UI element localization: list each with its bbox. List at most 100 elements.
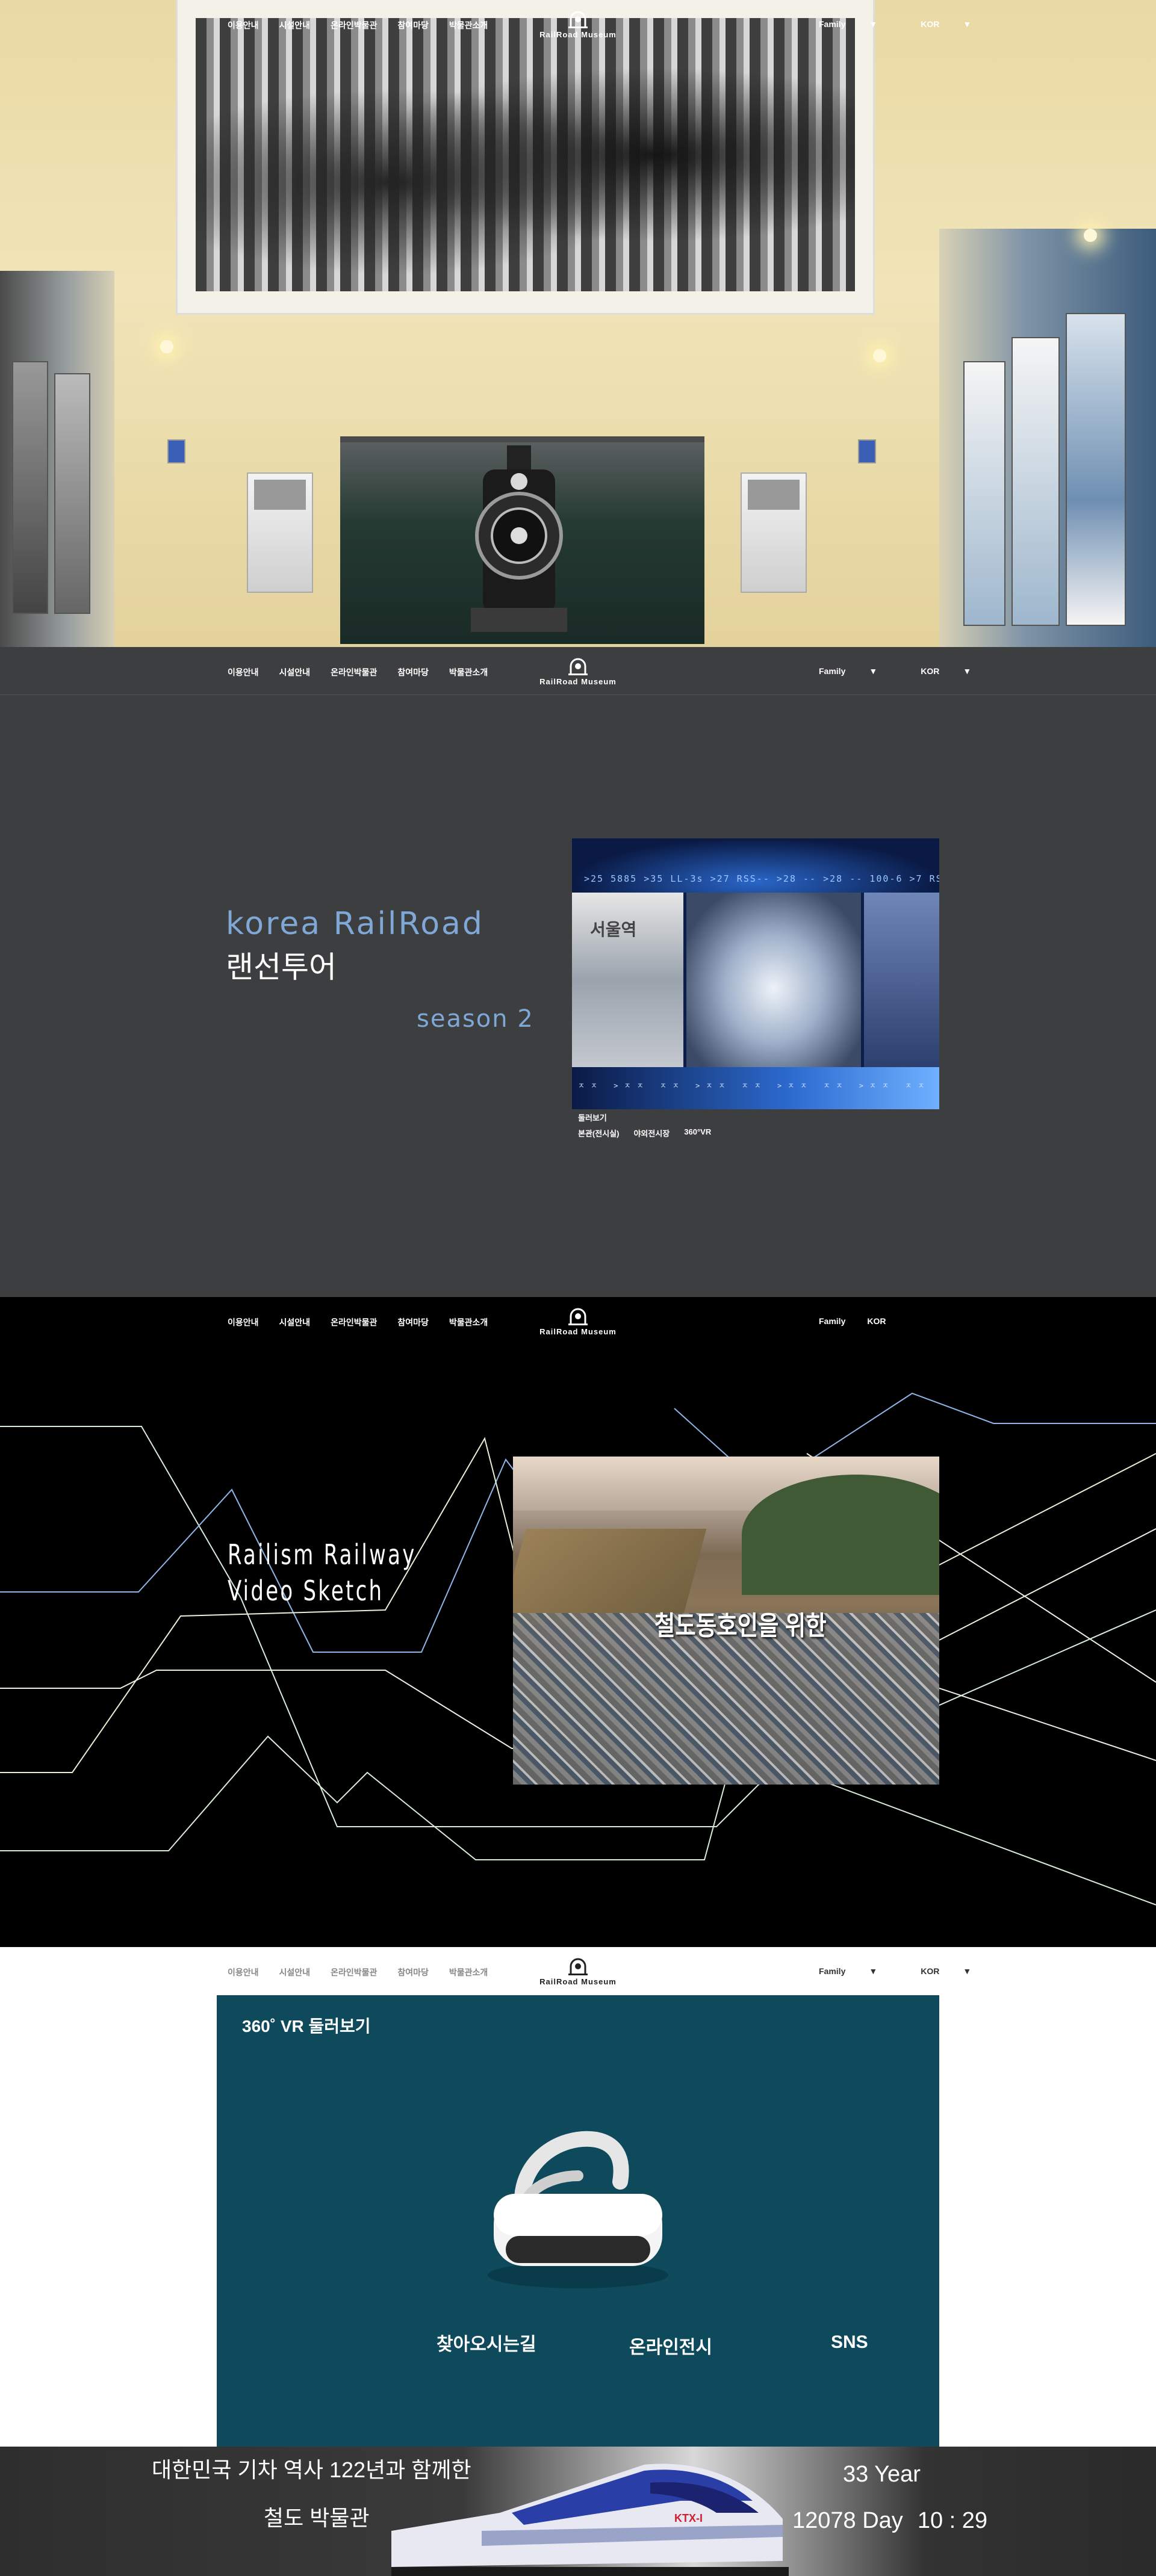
air-conditioner	[247, 472, 313, 593]
menu-item-online-museum[interactable]: 온라인박물관	[331, 19, 377, 31]
years-counter: 33 Year	[843, 2462, 921, 2487]
nav-utilities: Family ▼ KOR ▼	[819, 1966, 1015, 1976]
train-logo-icon	[568, 1308, 588, 1325]
tour-title: korea RailRoad	[226, 906, 484, 942]
chevron-down-icon: ▼	[963, 666, 972, 676]
site-logo[interactable]: RailRoad Museum	[530, 1308, 626, 1338]
banner-line2: 철도 박물관	[264, 2506, 370, 2530]
train-logo-icon	[568, 658, 588, 675]
chevron-down-icon: ▼	[869, 19, 878, 29]
language-label: KOR	[921, 666, 940, 676]
tour-subtitle: 랜선투어	[226, 950, 337, 984]
menu-item-about[interactable]: 박물관소개	[449, 666, 488, 678]
menu-item-about[interactable]: 박물관소개	[449, 1966, 488, 1978]
menu-item-participation[interactable]: 참여마당	[397, 1316, 429, 1328]
steam-locomotive	[471, 445, 567, 632]
footer-banner: 대한민국 기차 역사 122년과 함께한 철도 박물관 KTX-I 33 Yea…	[0, 2447, 1156, 2576]
train-logo-icon	[568, 11, 588, 28]
sketch-video[interactable]: 철도동호인을 위한	[513, 1457, 939, 1785]
video-footer-strip: ㅈㅈ >ㅈㅈ ㅈㅈ >ㅈㅈ ㅈㅈ >ㅈㅈ ㅈㅈ >ㅈㅈ ㅈㅈ >ㅈㅈ	[572, 1067, 939, 1109]
historic-photo-image	[196, 18, 855, 291]
menu-item-participation[interactable]: 참여마당	[397, 1966, 429, 1978]
tour-section: 이용안내 시설안내 온라인박물관 참여마당 박물관소개 RailRoad Mus…	[0, 647, 1156, 1297]
family-dropdown[interactable]: Family ▼	[819, 1966, 899, 1976]
menu-item-guide[interactable]: 이용안내	[228, 666, 259, 678]
wall-lamp	[873, 349, 886, 362]
video-ticker-top: >25 5885 >35 LL-3s >27 RSS-- >28 -- >28 …	[584, 873, 939, 884]
family-dropdown[interactable]: Family ▼	[819, 666, 899, 676]
nav-utilities: Family ▼ KOR ▼	[819, 19, 1015, 29]
clock-time: 10 : 29	[917, 2508, 988, 2533]
chevron-down-icon: ▼	[963, 19, 972, 29]
menu-item-online-museum[interactable]: 온라인박물관	[331, 1316, 377, 1328]
vr-headset-icon[interactable]	[458, 2128, 698, 2296]
menu-item-online-museum[interactable]: 온라인박물관	[331, 1966, 377, 1978]
menu-item-about[interactable]: 박물관소개	[449, 1316, 488, 1328]
chevron-down-icon: ▼	[869, 1966, 878, 1976]
language-label: KOR	[921, 19, 940, 29]
family-link[interactable]: Family	[819, 1316, 845, 1326]
station-sign: 서울역	[590, 920, 637, 939]
wall-lamp	[1084, 229, 1097, 242]
hero-section: 이용안내 시설안내 온라인박물관 참여마당 박물관소개 RailRoad Mus…	[0, 0, 1156, 647]
nav-utilities: Family KOR	[819, 1316, 907, 1326]
chevron-down-icon: ▼	[869, 666, 878, 676]
language-dropdown[interactable]: KOR ▼	[921, 19, 993, 29]
vr-title: 360˚ VR 둘러보기	[242, 2017, 371, 2036]
main-menu: 이용안내 시설안내 온라인박물관 참여마당 박물관소개	[228, 666, 508, 678]
language-dropdown[interactable]: KOR ▼	[921, 666, 993, 676]
directions-link[interactable]: 찾아오시는길	[437, 2329, 536, 2356]
menu-item-facilities[interactable]: 시설안내	[279, 1966, 311, 1978]
menu-item-guide[interactable]: 이용안내	[228, 1316, 259, 1328]
menu-item-about[interactable]: 박물관소개	[449, 19, 488, 31]
tour-link-outdoor[interactable]: 야외전시장	[633, 1127, 670, 1139]
nav-utilities: Family ▼ KOR ▼	[819, 666, 1015, 676]
menu-item-guide[interactable]: 이용안내	[228, 1966, 259, 1978]
main-menu: 이용안내 시설안내 온라인박물관 참여마당 박물관소개	[228, 19, 508, 31]
ktx-train-image: KTX-I	[391, 2463, 789, 2576]
sign-box	[858, 439, 876, 463]
family-dropdown[interactable]: Family ▼	[819, 19, 899, 29]
menu-item-guide[interactable]: 이용안내	[228, 19, 259, 31]
sketch-title-line1: Railism Railway	[228, 1538, 417, 1571]
wall-lamp	[160, 340, 173, 353]
language-dropdown[interactable]: KOR ▼	[921, 1966, 993, 1976]
exhibit-panel	[1066, 313, 1126, 626]
family-label: Family	[819, 666, 846, 676]
menu-item-facilities[interactable]: 시설안내	[279, 1316, 311, 1328]
train-logo-icon	[568, 1958, 588, 1975]
sketch-title-line2: Video Sketch	[228, 1574, 384, 1607]
sns-link[interactable]: SNS	[831, 2332, 868, 2353]
menu-item-facilities[interactable]: 시설안내	[279, 666, 311, 678]
logo-text: RailRoad Museum	[539, 1327, 617, 1336]
video-frame-station: 서울역	[572, 893, 683, 1067]
vr-section: 이용안내 시설안내 온라인박물관 참여마당 박물관소개 RailRoad Mus…	[0, 1947, 1156, 2447]
logo-text: RailRoad Museum	[539, 677, 617, 686]
train-label: KTX-I	[674, 2512, 703, 2524]
tour-link-vr[interactable]: 360°VR	[684, 1127, 711, 1139]
tour-video[interactable]: >25 5885 >35 LL-3s >27 RSS-- >28 -- >28 …	[572, 838, 939, 1109]
top-navigation: 이용안내 시설안내 온라인박물관 참여마당 박물관소개 RailRoad Mus…	[0, 1947, 1156, 1995]
tour-link-main-hall[interactable]: 본관(전시실)	[578, 1127, 619, 1139]
language-link[interactable]: KOR	[867, 1316, 886, 1326]
site-logo[interactable]: RailRoad Museum	[530, 1958, 626, 1988]
menu-item-facilities[interactable]: 시설안내	[279, 19, 311, 31]
video-frame-train	[686, 893, 861, 1067]
language-label: KOR	[921, 1966, 940, 1976]
top-navigation: 이용안내 시설안내 온라인박물관 참여마당 박물관소개 RailRoad Mus…	[0, 0, 1156, 48]
online-exhibition-link[interactable]: 온라인전시	[629, 2332, 712, 2359]
site-logo[interactable]: RailRoad Museum	[530, 11, 626, 41]
sketch-title: Railism Railway Video Sketch	[228, 1537, 417, 1609]
chevron-down-icon: ▼	[963, 1966, 972, 1976]
site-logo[interactable]: RailRoad Museum	[530, 658, 626, 688]
exhibit-panel	[54, 373, 90, 614]
menu-item-online-museum[interactable]: 온라인박물관	[331, 666, 377, 678]
tour-season: season 2	[417, 1005, 534, 1033]
menu-item-participation[interactable]: 참여마당	[397, 666, 429, 678]
video-sketch-section: 이용안내 시설안내 온라인박물관 참여마당 박물관소개 RailRoad Mus…	[0, 1297, 1156, 1947]
exhibit-panel	[1012, 337, 1060, 626]
video-frame-side	[864, 893, 939, 1067]
video-ticker-bottom: ㅈㅈ >ㅈㅈ ㅈㅈ >ㅈㅈ ㅈㅈ >ㅈㅈ ㅈㅈ >ㅈㅈ ㅈㅈ >ㅈㅈ	[578, 1082, 939, 1090]
menu-item-participation[interactable]: 참여마당	[397, 19, 429, 31]
top-navigation: 이용안내 시설안내 온라인박물관 참여마당 박물관소개 RailRoad Mus…	[0, 1297, 1156, 1345]
